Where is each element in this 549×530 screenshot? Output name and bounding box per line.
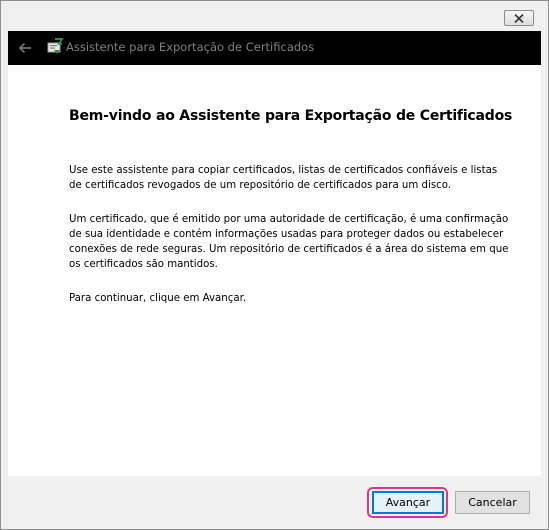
page-heading: Bem-vindo ao Assistente para Exportação … bbox=[69, 108, 513, 124]
next-button[interactable]: Avançar bbox=[372, 491, 444, 514]
wizard-title: Assistente para Exportação de Certificad… bbox=[66, 40, 315, 54]
certificate-description-paragraph: Um certificado, que é emitido por uma au… bbox=[69, 214, 509, 270]
close-button[interactable] bbox=[504, 10, 534, 26]
wizard-footer: Avançar Cancelar bbox=[8, 476, 541, 522]
certificate-export-wizard-window: Assistente para Exportação de Certificad… bbox=[0, 0, 549, 530]
cancel-button[interactable]: Cancelar bbox=[455, 491, 530, 514]
back-arrow-icon[interactable] bbox=[16, 39, 34, 57]
close-icon bbox=[514, 13, 524, 23]
continue-instruction: Para continuar, clique em Avançar. bbox=[69, 293, 247, 304]
wizard-header: Assistente para Exportação de Certificad… bbox=[8, 31, 541, 65]
wizard-content: Bem-vindo ao Assistente para Exportação … bbox=[8, 65, 541, 476]
title-bar bbox=[1, 1, 548, 31]
intro-paragraph: Use este assistente para copiar certific… bbox=[69, 165, 498, 191]
certificate-wizard-icon bbox=[47, 38, 64, 54]
